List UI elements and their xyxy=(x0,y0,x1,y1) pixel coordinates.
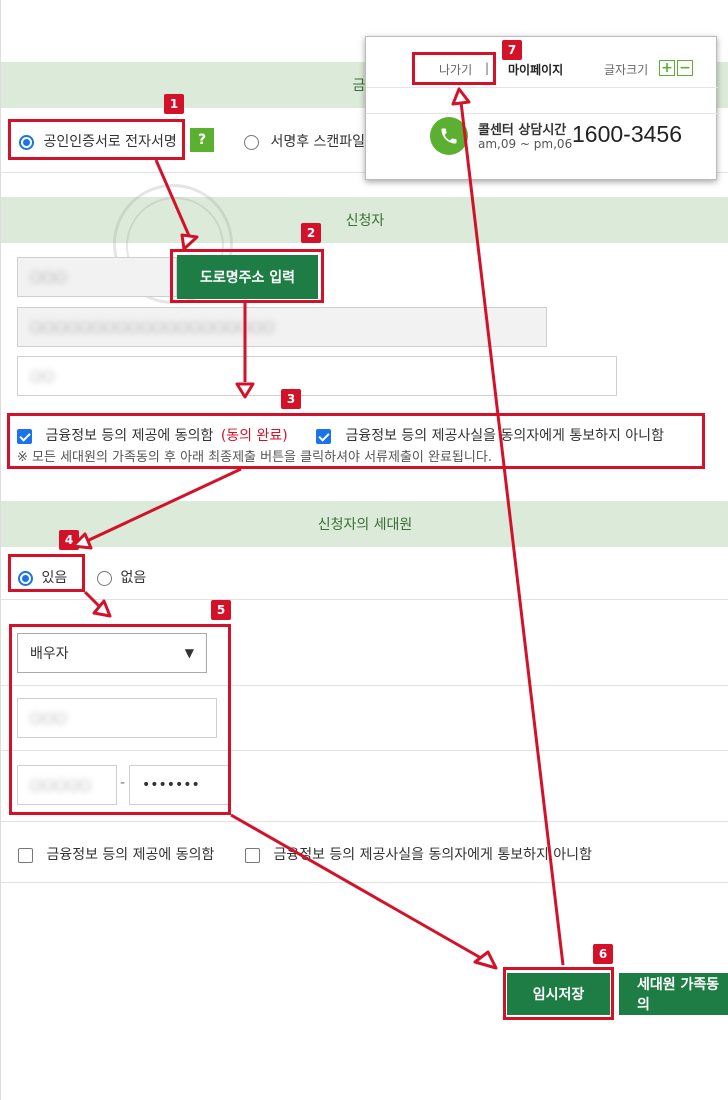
font-minus-button[interactable]: − xyxy=(677,60,693,76)
popup-divider xyxy=(366,87,718,88)
badge-5: 5 xyxy=(211,600,231,620)
badge-2: 2 xyxy=(301,223,321,243)
checkbox-empty-icon[interactable] xyxy=(245,847,260,863)
mypage-link[interactable]: 마이페이지 xyxy=(508,61,563,78)
member-agree-checkbox[interactable]: 금융정보 등의 제공에 동의함 xyxy=(18,844,214,864)
checkbox-empty-icon[interactable] xyxy=(18,847,33,863)
phone-glyph-icon xyxy=(441,128,457,144)
annotation-box-5 xyxy=(9,624,231,815)
annotation-box-4 xyxy=(8,554,85,592)
annotation-box-3 xyxy=(7,413,705,469)
annotation-box-2 xyxy=(170,249,324,303)
radio-empty-icon[interactable] xyxy=(244,134,259,150)
applicant-section-header: 신청자 xyxy=(1,197,728,243)
radio-household-no[interactable]: 없음 xyxy=(97,567,146,587)
call-center-label: 콜센터 상담시간 xyxy=(478,123,567,138)
annotation-box-7 xyxy=(412,52,496,85)
arrow-4-to-5 xyxy=(83,590,103,610)
arrowhead-5 xyxy=(92,599,112,618)
applicant-detail-address-field[interactable]: ○○ xyxy=(17,356,617,396)
arrow-5-to-6 xyxy=(230,813,489,964)
popup-divider xyxy=(366,113,718,114)
badge-1: 1 xyxy=(164,94,184,114)
font-plus-button[interactable]: + xyxy=(659,60,675,76)
badge-7: 7 xyxy=(502,40,522,60)
annotation-box-1 xyxy=(8,119,185,160)
divider xyxy=(1,599,728,600)
arrowhead-6 xyxy=(473,950,498,970)
applicant-name-field[interactable]: ○○○ xyxy=(17,257,177,297)
annotation-box-6 xyxy=(503,967,614,1020)
call-center-phone: 1600-3456 xyxy=(572,121,682,147)
font-size-label: 글자크기 xyxy=(604,63,649,77)
household-section-header: 신청자의 세대원 xyxy=(1,501,728,547)
family-consent-button[interactable]: 세대원 가족동의 xyxy=(619,973,728,1015)
badge-6: 6 xyxy=(593,944,613,964)
radio-scan-sign[interactable]: 서명후 스캔파일 xyxy=(244,131,365,151)
divider xyxy=(1,882,728,883)
page: 금 공인인증서로 전자서명 ? 서명후 스캔파일 신청자 ○○○ 도로명주소 입… xyxy=(0,0,728,1100)
radio-empty-icon[interactable] xyxy=(97,570,112,586)
badge-4: 4 xyxy=(59,530,79,550)
applicant-address-field[interactable]: ○○○○○○○○○○○○○○○○○○○○ xyxy=(17,307,547,347)
divider xyxy=(1,821,728,822)
help-button[interactable]: ? xyxy=(190,128,214,152)
badge-3: 3 xyxy=(281,389,301,409)
member-no-notify-checkbox[interactable]: 금융정보 등의 제공사실을 동의자에게 통보하지 아니함 xyxy=(245,844,592,864)
call-center-hours: am,09 ~ pm,06 xyxy=(478,137,573,151)
phone-icon xyxy=(430,117,468,155)
